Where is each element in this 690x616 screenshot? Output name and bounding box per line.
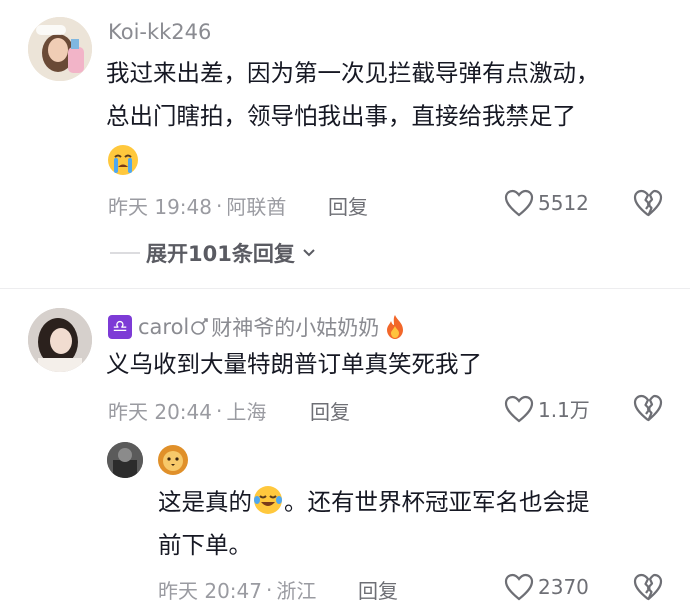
location: 浙江 [276,579,317,603]
dislike-button[interactable] [633,189,663,221]
like-button[interactable]: 1.1万 [504,394,590,423]
decorative-symbol-icon [191,318,209,335]
like-count: 1.1万 [538,398,590,422]
avatar[interactable] [107,442,143,478]
reply-text-line: 这是真的 。还有世界杯冠亚军名也会提 [158,481,590,524]
divider [0,288,690,289]
location: 阿联酋 [226,195,287,219]
heart-icon [504,189,534,217]
comment-text-line: 我过来出差，因为第一次见拦截导弹有点激动， [106,59,600,87]
reply-text-line: 前下单。 [158,531,252,559]
comment-meta: 昨天 20:44 · 上海 [108,396,266,425]
reply-button[interactable]: 回复 [328,191,368,220]
timestamp: 昨天 20:47 [158,579,262,603]
comment-meta: 昨天 19:48 · 阿联酋 [108,191,286,220]
reply-text-part: 。还有世界杯冠亚军名也会提 [284,488,590,516]
comment-text-line: 总出门瞎拍，领导怕我出事，直接给我禁足了 [106,102,576,130]
expand-line [110,252,140,254]
fire-icon [387,315,404,339]
like-button[interactable]: 2370 [504,573,589,601]
reply-meta: 昨天 20:47 · 浙江 [158,575,316,604]
dislike-button[interactable] [633,394,663,426]
avatar[interactable] [28,308,92,372]
heart-icon [504,395,534,422]
timestamp: 昨天 19:48 [108,195,212,219]
username[interactable]: Koi-kk246 [108,20,211,44]
expand-replies-button[interactable]: 展开101条回复 [110,238,317,268]
like-count: 5512 [538,191,589,215]
libra-badge-icon: ♎ [108,315,132,339]
broken-heart-icon [633,573,663,601]
username[interactable]: ♎ carol 财神爷的小姑奶奶 [108,312,407,342]
reply-button[interactable]: 回复 [310,396,350,425]
crying-face-emoji [106,138,600,181]
username-prefix: carol [138,315,190,339]
username-suffix: 财神爷的小姑奶奶 [211,316,380,340]
comment-text: 义乌收到大量特朗普订单真笑死我了 [106,350,482,378]
laughing-crying-emoji-icon [254,486,282,514]
broken-heart-icon [633,189,663,217]
reply-text-part: 这是真的 [158,488,252,516]
reply-text: 这是真的 。还有世界杯冠亚军名也会提 前下单。 [158,481,590,567]
dislike-button[interactable] [633,573,663,605]
avatar[interactable] [28,17,92,81]
heart-icon [504,573,534,601]
reply-button[interactable]: 回复 [358,575,398,604]
like-count: 2370 [538,575,589,599]
timestamp: 昨天 20:44 [108,400,212,424]
like-button[interactable]: 5512 [504,189,589,217]
expand-label: 展开101条回复 [146,242,295,266]
broken-heart-icon [633,394,663,422]
location: 上海 [226,400,267,424]
comment-text: 我过来出差，因为第一次见拦截导弹有点激动， 总出门瞎拍，领导怕我出事，直接给我禁… [106,52,600,181]
chevron-down-icon [303,249,315,257]
lion-face-icon [156,443,190,481]
